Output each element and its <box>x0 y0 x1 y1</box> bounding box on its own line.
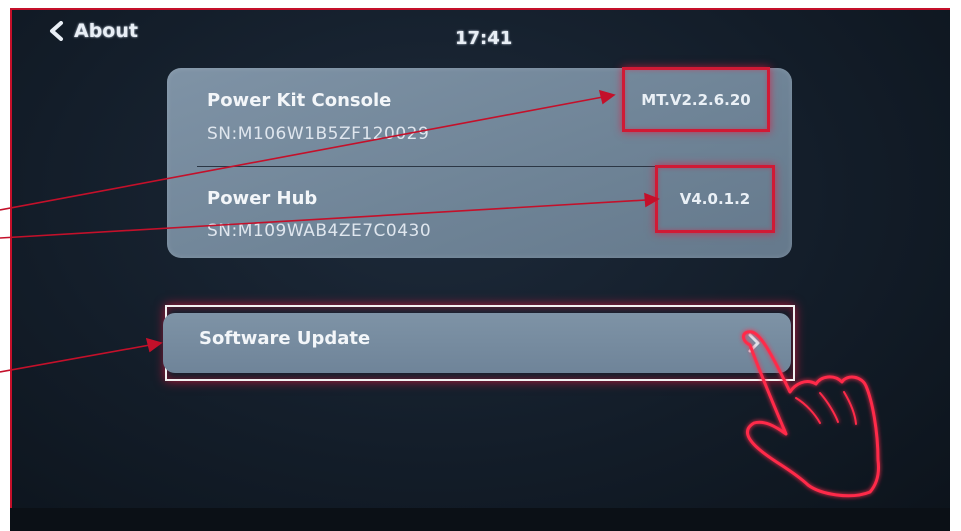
chevron-left-icon <box>50 21 63 41</box>
software-update-label: Software Update <box>199 328 371 349</box>
device-name-console: Power Kit Console <box>207 90 392 111</box>
status-time: 17:41 <box>455 28 513 49</box>
back-label: About <box>74 20 138 42</box>
version-badge-hub: V4.0.1.2 <box>655 165 775 233</box>
chevron-right-icon <box>748 333 760 353</box>
version-badge-console: MT.V2.2.6.20 <box>622 67 770 132</box>
device-serial-hub: SN:M109WAB4ZE7C0430 <box>207 221 432 241</box>
device-name-hub: Power Hub <box>207 188 318 209</box>
back-button[interactable]: About <box>48 20 138 42</box>
software-update-button[interactable]: Software Update <box>163 313 791 373</box>
screen-bezel <box>10 508 950 531</box>
device-serial-console: SN:M106W1B5ZF120029 <box>207 124 430 144</box>
